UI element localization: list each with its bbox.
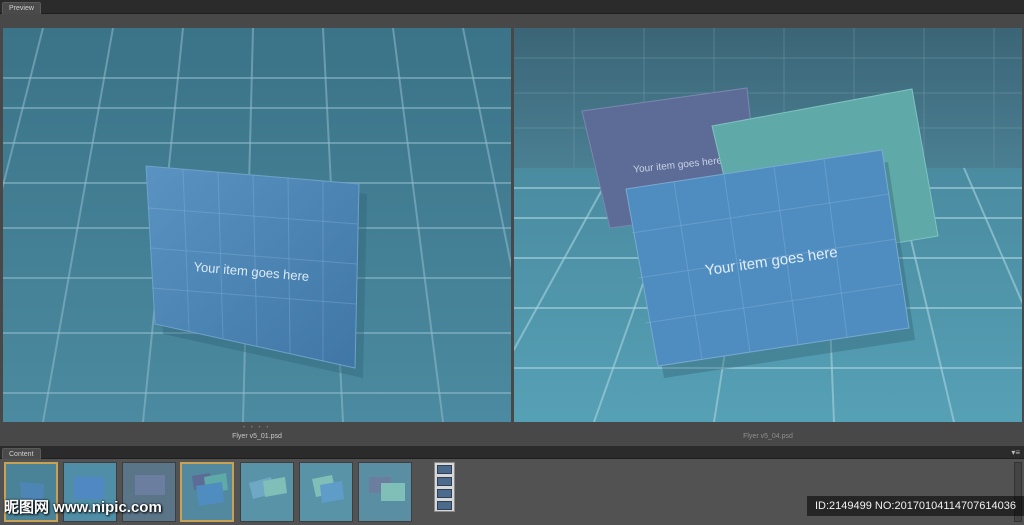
view-details-button[interactable] bbox=[437, 477, 452, 486]
thumbnail-flyer-06[interactable] bbox=[299, 462, 353, 522]
preview-panel-header: Preview bbox=[0, 0, 1024, 14]
panel-menu-icon[interactable]: ▾≡ bbox=[1011, 448, 1020, 458]
preview-image-right[interactable]: Your item goes here Your item goes here bbox=[514, 28, 1022, 422]
preview-image-left[interactable]: Your item goes here bbox=[3, 28, 511, 422]
filename-right: Flyer v5_04.psd bbox=[743, 433, 793, 440]
thumbnail-flyer-07[interactable] bbox=[358, 462, 412, 522]
adobe-bridge-window: Preview Your item goes here Your item go… bbox=[0, 0, 1024, 525]
thumbnail-flyer-04[interactable] bbox=[180, 462, 234, 522]
view-filmstrip-button[interactable] bbox=[437, 501, 452, 510]
content-panel-header: Content ▾≡ bbox=[0, 446, 1024, 460]
pagination-dots: • • • • bbox=[243, 425, 271, 431]
watermark-left: 昵图网 www.nipic.com bbox=[4, 499, 162, 516]
preview-panel: Your item goes here Your item goes here … bbox=[0, 14, 1024, 459]
filename-left: Flyer v5_01.psd bbox=[232, 433, 282, 440]
view-thumbnails-button[interactable] bbox=[437, 465, 452, 474]
view-mode-buttons bbox=[434, 462, 455, 512]
view-list-button[interactable] bbox=[437, 489, 452, 498]
thumbnail-flyer-05[interactable] bbox=[240, 462, 294, 522]
tab-preview[interactable]: Preview bbox=[2, 2, 41, 14]
watermark-right: ID:2149499 NO:20170104114707614036 bbox=[806, 496, 1024, 516]
